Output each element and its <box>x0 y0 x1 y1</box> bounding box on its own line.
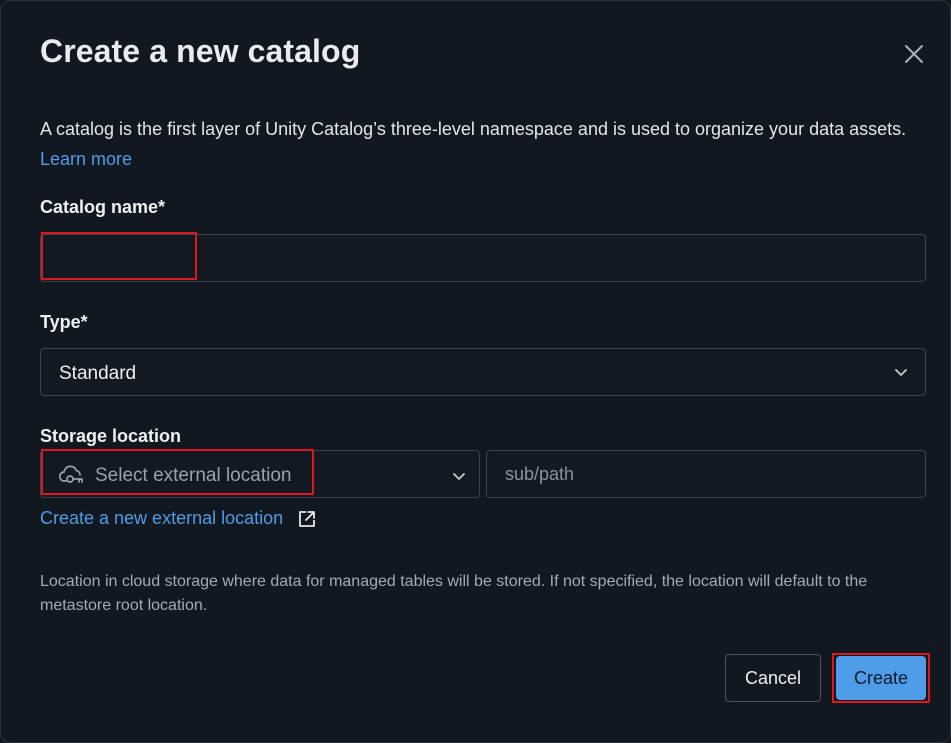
subpath-input[interactable] <box>487 451 925 497</box>
subpath-field[interactable] <box>486 450 926 498</box>
dialog-title: Create a new catalog <box>40 33 361 69</box>
cloud-key-icon <box>59 465 83 483</box>
description-text: A catalog is the first layer of Unity Ca… <box>40 119 907 139</box>
cancel-button[interactable]: Cancel <box>725 654 821 702</box>
chevron-down-icon <box>453 473 465 480</box>
external-link-icon <box>299 510 316 527</box>
storage-location-label: Storage location <box>40 426 182 446</box>
create-external-location-link[interactable]: Create a new external location <box>40 508 317 529</box>
close-button[interactable] <box>897 37 931 71</box>
chevron-down-icon <box>895 369 907 376</box>
catalog-name-label: Catalog name* <box>40 197 166 217</box>
create-catalog-dialog: Create a new catalog A catalog is the fi… <box>0 0 951 743</box>
catalog-name-input[interactable] <box>41 235 925 281</box>
external-location-placeholder: Select external location <box>95 465 292 486</box>
create-button[interactable]: Create <box>836 656 926 700</box>
dialog-description: A catalog is the first layer of Unity Ca… <box>40 114 920 174</box>
storage-helper-text: Location in cloud storage where data for… <box>40 573 868 614</box>
create-external-location-text[interactable]: Create a new external location <box>40 508 283 529</box>
type-select[interactable]: Standard <box>40 348 926 396</box>
learn-more-link[interactable]: Learn more <box>40 149 132 169</box>
external-location-select[interactable]: Select external location <box>40 450 480 498</box>
close-icon <box>905 45 923 63</box>
type-selected-value: Standard <box>59 363 137 384</box>
catalog-name-field[interactable] <box>40 234 926 282</box>
type-label: Type* <box>40 312 88 332</box>
